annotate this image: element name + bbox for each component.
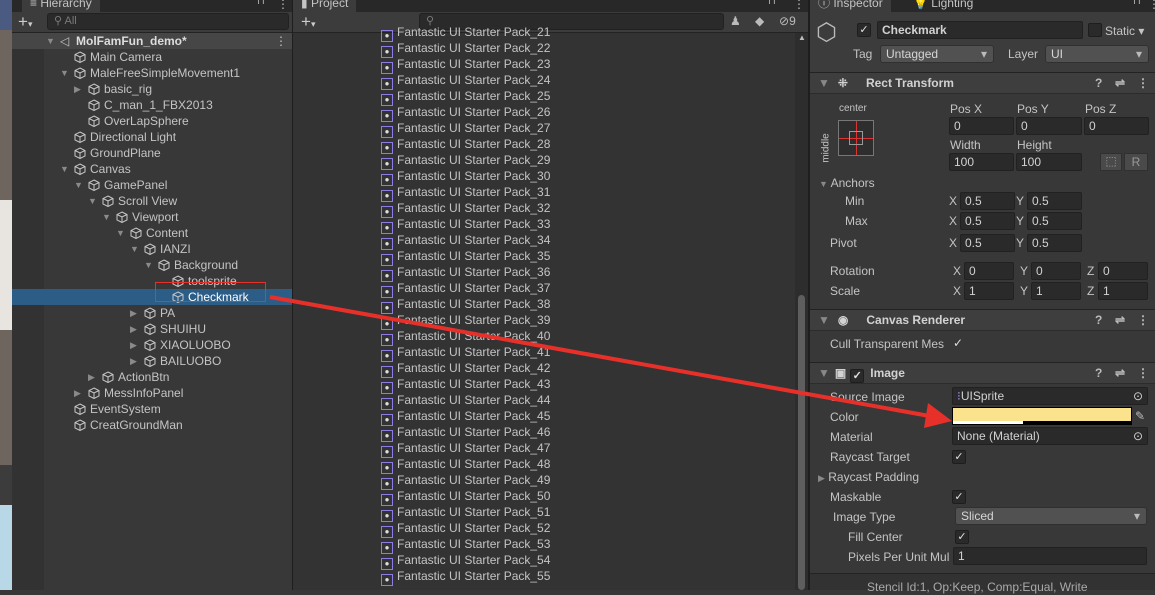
annotation-arrow — [269, 295, 952, 428]
